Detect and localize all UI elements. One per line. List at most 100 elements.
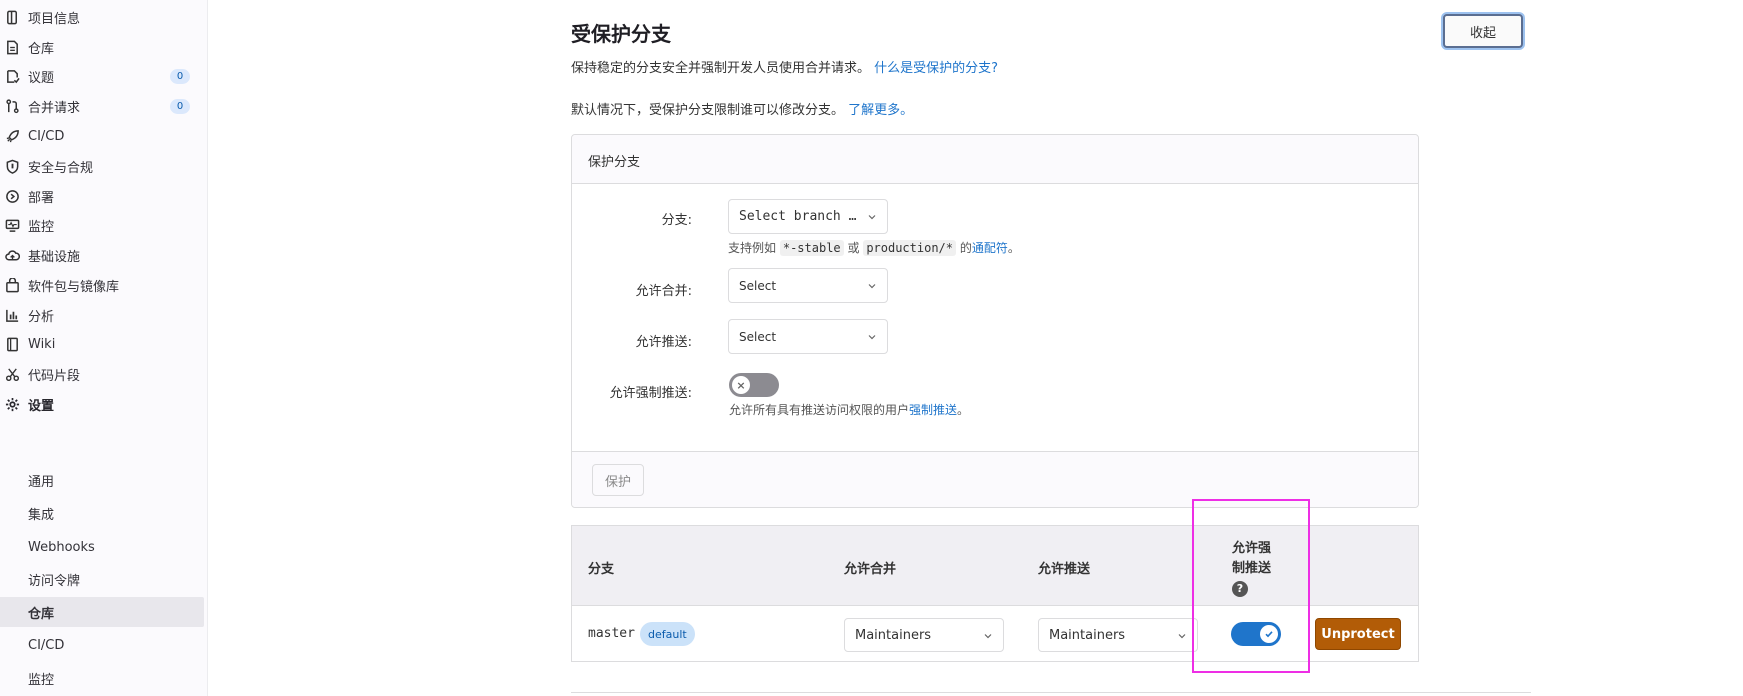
merge-select-value: Select (739, 278, 777, 293)
what-are-protected-branches-link[interactable]: 什么是受保护的分支? (874, 61, 998, 76)
settings-sub-integrations[interactable]: 集成 (0, 498, 204, 528)
sidebar-item-packages[interactable]: 软件包与镜像库 (0, 270, 204, 300)
force-push-link[interactable]: 强制推送 (909, 403, 957, 417)
row-allowed-to-merge-select[interactable]: Maintainers (844, 618, 1004, 652)
sidebar-item-snippets[interactable]: 代码片段 (0, 359, 204, 389)
help-end: 。 (1007, 241, 1020, 255)
default-description: 默认情况下，受保护分支限制谁可以修改分支。 了解更多。 (571, 99, 913, 118)
chevron-down-icon (868, 335, 876, 340)
sidebar-item-label: 软件包与镜像库 (28, 279, 120, 295)
settings-sub-webhooks[interactable]: Webhooks (0, 532, 204, 562)
row-allowed-to-push-select[interactable]: Maintainers (1038, 618, 1198, 652)
allowed-to-push-label: 允许推送: (635, 335, 692, 350)
description-text: 保持稳定的分支安全并强制开发人员使用合并请求。 (571, 61, 871, 76)
sidebar-item-label: 安全与合规 (28, 160, 94, 176)
sidebar-item-label: Wiki (28, 336, 56, 352)
force-help-prefix: 允许所有具有推送访问权限的用户 (729, 403, 910, 417)
panel-header: 保护分支 (572, 135, 1418, 184)
force-push-help-text: 允许所有具有推送访问权限的用户强制推送。 (729, 401, 969, 418)
divider (571, 692, 1531, 693)
page-title: 受保护分支 (571, 22, 671, 46)
cloud-icon (4, 247, 20, 263)
collapse-button[interactable]: 收起 (1443, 14, 1523, 48)
column-header-branch: 分支 (588, 562, 615, 577)
force-push-toggle[interactable]: × (729, 373, 779, 397)
highlight-annotation-box (1192, 499, 1310, 673)
chevron-down-icon (868, 284, 876, 289)
scissors-icon (4, 366, 20, 382)
sidebar-item-repository[interactable]: 仓库 (0, 32, 204, 62)
sidebar-item-label: 议题 (28, 70, 55, 86)
sidebar-item-label: 代码片段 (28, 368, 81, 384)
column-header-merge: 允许合并 (844, 562, 897, 577)
sidebar-item-analytics[interactable]: 分析 (0, 300, 204, 330)
sidebar-item-label: 分析 (28, 309, 55, 325)
book-icon (4, 336, 20, 352)
gear-icon (4, 396, 20, 412)
chevron-down-icon (1178, 634, 1186, 639)
branch-select-placeholder: Select branch … (739, 209, 857, 224)
wildcard-example-stable: *-stable (779, 240, 844, 256)
default-text: 默认情况下，受保护分支限制谁可以修改分支。 (571, 103, 845, 118)
sidebar-item-wiki[interactable]: Wiki (0, 329, 204, 359)
allow-force-push-label: 允许强制推送: (609, 386, 692, 401)
help-mid: 的 (959, 241, 972, 255)
protect-branch-panel: 保护分支 分支: Select branch … 支持例如 *-stable 或… (571, 134, 1419, 508)
protect-button[interactable]: 保护 (592, 464, 644, 496)
sidebar-item-cicd[interactable]: CI/CD (0, 121, 204, 151)
sidebar-item-label: 项目信息 (28, 11, 81, 27)
column-header-push: 允许推送 (1038, 562, 1091, 577)
rocket-icon (4, 128, 20, 144)
allowed-to-merge-select[interactable]: Select (728, 268, 888, 303)
sidebar-item-label: 基础设施 (28, 249, 81, 265)
project-info-icon (4, 9, 20, 25)
help-or: 或 (847, 241, 860, 255)
sidebar-item-security[interactable]: 安全与合规 (0, 151, 204, 181)
sidebar-item-issues[interactable]: 议题 0 (0, 61, 204, 91)
chevron-down-icon (984, 634, 992, 639)
settings-sub-access-tokens[interactable]: 访问令牌 (0, 564, 204, 594)
push-select-value: Select (739, 329, 777, 344)
settings-sub-repository[interactable]: 仓库 (0, 597, 204, 627)
branch-label: 分支: (661, 213, 692, 228)
sidebar-item-settings[interactable]: 设置 (0, 389, 204, 419)
force-help-end: 。 (957, 403, 970, 417)
package-icon (4, 277, 20, 293)
unprotect-button[interactable]: Unprotect (1315, 618, 1401, 650)
deployments-icon (4, 188, 20, 204)
chevron-down-icon (868, 215, 876, 220)
wildcard-example-production: production/* (863, 240, 957, 256)
sidebar-item-label: 设置 (28, 398, 55, 414)
learn-more-link[interactable]: 了解更多。 (848, 103, 913, 118)
branch-help-text: 支持例如 *-stable 或 production/* 的通配符。 (728, 239, 1020, 256)
sidebar-item-label: 监控 (28, 219, 55, 235)
issues-count-badge: 0 (170, 69, 190, 84)
allowed-to-merge-label: 允许合并: (635, 284, 692, 299)
settings-sub-general[interactable]: 通用 (0, 465, 204, 495)
sidebar: 项目信息 仓库 议题 0 合并请求 0 CI/CD 安全与合规 部署 监控 基础… (0, 0, 208, 696)
sidebar-item-merge-requests[interactable]: 合并请求 0 (0, 91, 204, 121)
sidebar-item-label: 合并请求 (28, 100, 81, 116)
sidebar-item-deployments[interactable]: 部署 (0, 181, 204, 211)
branch-name: master (588, 626, 635, 641)
row-merge-value: Maintainers (855, 627, 932, 643)
row-push-value: Maintainers (1049, 627, 1126, 643)
settings-sub-cicd[interactable]: CI/CD (0, 630, 204, 660)
wildcards-link[interactable]: 通配符 (972, 241, 1008, 255)
shield-icon (4, 158, 20, 174)
page-description: 保持稳定的分支安全并强制开发人员使用合并请求。 什么是受保护的分支? (571, 57, 998, 76)
sidebar-item-label: CI/CD (28, 128, 65, 144)
merge-requests-count-badge: 0 (170, 99, 190, 114)
sidebar-item-infrastructure[interactable]: 基础设施 (0, 240, 204, 270)
allowed-to-push-select[interactable]: Select (728, 319, 888, 354)
sidebar-item-project-info[interactable]: 项目信息 (0, 2, 204, 32)
close-icon: × (732, 376, 750, 394)
sidebar-item-label: 部署 (28, 190, 55, 206)
sidebar-item-monitor[interactable]: 监控 (0, 210, 204, 240)
settings-sub-monitor[interactable]: 监控 (0, 663, 204, 693)
branch-select[interactable]: Select branch … (728, 199, 888, 234)
chart-icon (4, 307, 20, 323)
merge-request-icon (4, 98, 20, 114)
repository-icon (4, 39, 20, 55)
monitor-icon (4, 217, 20, 233)
